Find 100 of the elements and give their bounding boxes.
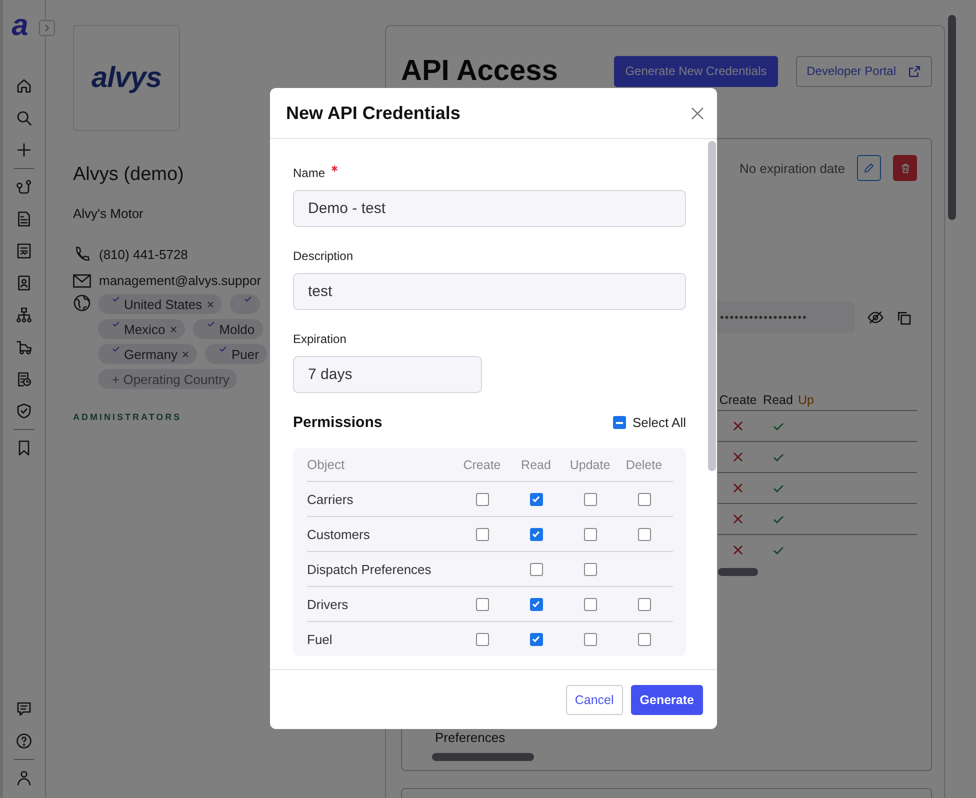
checkbox[interactable] — [530, 492, 542, 506]
checkbox[interactable] — [638, 598, 650, 610]
section-label: ADMINISTRATORS — [73, 412, 182, 422]
select-all-checkbox[interactable] — [612, 416, 626, 429]
object-name: Drivers — [307, 596, 350, 612]
expiration-select[interactable]: 7 days — [293, 356, 482, 393]
plus-icon[interactable] — [15, 141, 33, 159]
text-field[interactable]: test — [293, 273, 686, 310]
home-icon[interactable] — [15, 77, 33, 95]
checkbox[interactable] — [584, 598, 596, 610]
invoice-icon[interactable] — [15, 210, 33, 228]
add-country-chip[interactable]: + Operating Country — [98, 369, 238, 389]
object-name: Dispatch Preferences — [307, 562, 432, 576]
app-logo[interactable]: a — [12, 12, 28, 40]
contact-card-icon[interactable] — [15, 274, 33, 292]
column-header: Update — [568, 458, 612, 472]
generate-button[interactable]: Generate — [630, 684, 703, 714]
phone-number: (810) 441-5728 — [99, 246, 188, 262]
checkbox[interactable] — [476, 492, 488, 506]
developer-portal-button[interactable]: Developer Portal — [796, 56, 932, 86]
scrollbar[interactable] — [432, 753, 534, 761]
checkbox[interactable] — [638, 632, 650, 646]
generate-credentials-button[interactable]: Generate New Credentials — [614, 56, 778, 86]
scrollbar[interactable] — [708, 141, 716, 471]
help-icon[interactable] — [15, 732, 33, 750]
mail-icon — [73, 274, 91, 288]
shield-check-icon[interactable] — [15, 402, 33, 420]
column-header: Create — [462, 458, 502, 472]
country-chip[interactable]: Puer — [205, 344, 267, 364]
route-pin-icon[interactable] — [15, 178, 33, 196]
checkbox[interactable] — [530, 598, 542, 610]
field-label: Expiration — [293, 332, 346, 346]
checkbox[interactable] — [530, 562, 542, 576]
field-label: Description — [293, 249, 354, 263]
report-icon[interactable] — [15, 242, 33, 260]
delete-button[interactable] — [893, 155, 917, 181]
check-icon — [219, 346, 228, 352]
check-icon — [112, 346, 120, 352]
remove-icon[interactable] — [207, 300, 214, 308]
checkbox[interactable] — [530, 528, 542, 540]
country-chip[interactable]: United States — [98, 294, 222, 314]
object-name: Customers — [307, 526, 371, 542]
cancel-button[interactable]: Cancel — [566, 684, 623, 714]
company-name: Alvys (demo) — [73, 164, 184, 186]
text-field[interactable]: Demo - test — [293, 190, 686, 227]
phone-icon — [73, 245, 91, 263]
checkbox[interactable] — [476, 528, 488, 540]
chevron-right-icon — [44, 24, 50, 32]
logo-text: alvys — [91, 62, 162, 94]
object-name: Carriers — [307, 492, 354, 506]
check-icon — [531, 634, 541, 644]
edit-button[interactable] — [857, 155, 881, 181]
expand-button[interactable] — [39, 20, 55, 36]
select-all-label: Select All — [632, 415, 686, 430]
user-icon[interactable] — [15, 769, 33, 787]
eye-off-icon[interactable] — [867, 309, 884, 326]
country-chip[interactable]: Moldo — [193, 319, 263, 339]
remove-icon[interactable] — [182, 350, 190, 358]
dialog-title: New API Credentials — [286, 102, 460, 124]
check-icon — [531, 494, 541, 504]
org-chart-icon[interactable] — [15, 306, 33, 324]
checkbox[interactable] — [584, 528, 596, 540]
check-icon — [531, 599, 541, 609]
column-header: Up — [798, 393, 812, 407]
checkbox[interactable] — [530, 632, 542, 646]
check-icon — [531, 529, 541, 539]
page-title: API Access — [401, 54, 558, 88]
checkbox[interactable] — [476, 598, 488, 610]
checkbox[interactable] — [476, 632, 488, 646]
column-header: Read — [762, 393, 794, 407]
check-icon — [112, 321, 120, 327]
column-header: Delete — [624, 458, 664, 472]
check-icon — [112, 296, 120, 302]
chat-icon[interactable] — [15, 700, 33, 718]
checkbox[interactable] — [584, 632, 596, 646]
search-icon[interactable] — [15, 109, 33, 127]
column-header: Create — [718, 393, 758, 407]
country-chip[interactable]: Germany — [98, 344, 198, 364]
external-link-icon — [908, 64, 921, 78]
column-header: Read — [520, 458, 552, 472]
scrollbar[interactable] — [948, 15, 956, 220]
scrollbar[interactable] — [718, 568, 758, 576]
permission-label: Preferences — [435, 730, 506, 745]
trash-icon — [900, 162, 910, 174]
field-label: Name — [293, 166, 326, 180]
object-name: Fuel — [307, 632, 334, 646]
country-chip[interactable]: Mexico — [98, 319, 186, 339]
copy-icon[interactable] — [896, 310, 912, 326]
calendar-document-icon[interactable] — [15, 370, 33, 388]
truck-icon[interactable] — [15, 338, 33, 356]
remove-icon[interactable] — [170, 326, 178, 332]
checkbox[interactable] — [638, 492, 650, 506]
checkbox[interactable] — [584, 562, 596, 576]
check-icon — [244, 296, 252, 302]
company-subtitle: Alvy's Motor — [73, 206, 144, 221]
check-icon — [207, 321, 216, 327]
checkbox[interactable] — [638, 528, 650, 540]
email-address: management@alvys.suppor — [99, 273, 262, 288]
checkbox[interactable] — [584, 492, 596, 506]
pencil-icon — [863, 162, 875, 174]
